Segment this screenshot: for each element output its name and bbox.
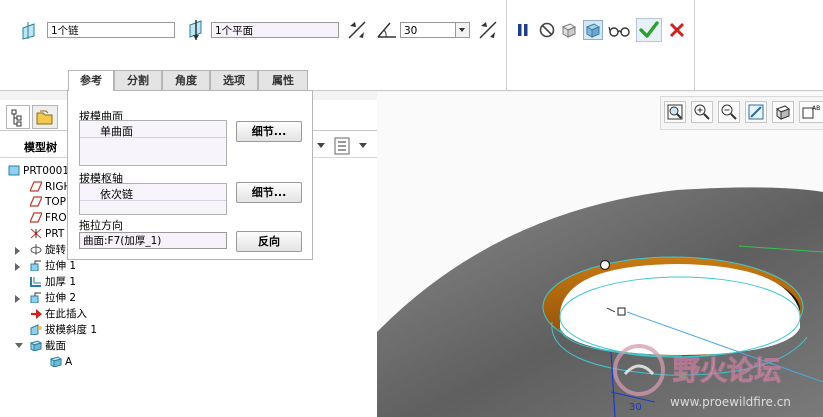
folder-icon	[36, 110, 53, 125]
references-panel: 拔模曲面 单曲面 细节... 拔模枢轴 依次链 细节... 拖拉方向 曲面:F7…	[67, 90, 313, 260]
tree-item-insert-here[interactable]: 在此插入	[30, 307, 87, 322]
accept-button[interactable]	[636, 18, 662, 42]
extrude-icon	[30, 292, 41, 303]
tree-item-extrude-2[interactable]: 拉伸 2	[30, 291, 76, 306]
tree-item-sections[interactable]: 截面	[30, 339, 66, 354]
chevron-down-icon[interactable]	[455, 23, 469, 37]
cancel-icon[interactable]	[668, 21, 686, 39]
pull-direction-collector[interactable]: 曲面:F7(加厚_1)	[79, 232, 227, 249]
coordinate-system-icon	[30, 228, 42, 239]
collapse-arrow-icon[interactable]	[15, 343, 23, 348]
datum-plane-icon	[30, 212, 42, 223]
tree-item-section-a[interactable]: A	[50, 355, 72, 370]
draft-hinge-icon	[189, 20, 202, 40]
draft-surfaces-details-button[interactable]: 细节...	[236, 121, 302, 142]
no-preview-icon[interactable]	[538, 21, 556, 39]
tree-item-revolve[interactable]: 旋转	[30, 243, 66, 258]
pause-icon[interactable]	[514, 21, 532, 39]
tab-angles[interactable]: 角度	[162, 70, 210, 90]
tree-item-front-plane[interactable]: FRO	[30, 211, 67, 226]
tree-columns-icon[interactable]	[333, 136, 353, 156]
chevron-down-icon[interactable]	[316, 140, 326, 150]
draft-angle-icon	[377, 22, 396, 38]
anchor-square	[617, 307, 626, 316]
model-tree-title: 模型树	[24, 141, 57, 154]
tree-item-csys[interactable]: PRT	[30, 227, 64, 242]
angle-dimension: 30	[629, 402, 642, 413]
chevron-down-icon[interactable]	[358, 140, 368, 150]
draft-angle-input[interactable]: 30	[400, 22, 470, 38]
draft-feature-icon	[30, 324, 42, 335]
tree-item-top-plane[interactable]: TOP	[30, 195, 66, 210]
tab-split[interactable]: 分割	[114, 70, 162, 90]
model-tree-nav-tab[interactable]	[6, 105, 30, 129]
expand-arrow-icon[interactable]	[15, 295, 20, 303]
tree-structure-icon	[11, 109, 22, 127]
tab-references[interactable]: 参考	[68, 70, 114, 91]
draft-hinges-details-button[interactable]: 细节...	[236, 182, 302, 203]
watermark-text: 野火论坛	[673, 356, 781, 387]
extrude-icon	[30, 260, 41, 271]
tab-options[interactable]: 选项	[210, 70, 258, 90]
draft-surface-icon	[22, 22, 35, 40]
part-icon	[8, 165, 20, 176]
model-viewport: 30 野火论坛 www.proewildfire.cn	[377, 187, 823, 417]
surfaces-collector[interactable]: 1个链	[47, 22, 175, 38]
graphics-window[interactable]: AB 30 野火论坛 www.proewildfire.cn	[377, 92, 823, 417]
folder-browser-nav-tab[interactable]	[32, 105, 58, 129]
flip-angle-icon[interactable]	[478, 20, 498, 40]
hinge-collector[interactable]: 1个平面	[211, 22, 339, 38]
datum-plane-icon	[30, 196, 42, 207]
draft-angle-value: 30	[404, 25, 418, 37]
thicken-icon	[30, 277, 41, 287]
tree-item-thicken-1[interactable]: 加厚 1	[30, 275, 76, 290]
draft-hinges-collector[interactable]: 依次链	[79, 183, 227, 215]
flip-direction-button[interactable]: 反向	[236, 231, 302, 252]
section-icon	[30, 340, 42, 351]
draft-surfaces-collector[interactable]: 单曲面	[79, 120, 227, 166]
flip-pull-direction-icon[interactable]	[347, 20, 367, 40]
tab-properties[interactable]: 属性	[258, 70, 308, 90]
tree-item-draft-1[interactable]: 拔模斜度 1	[30, 323, 97, 338]
pull-direction-label: 拖拉方向	[79, 219, 123, 232]
drag-handle	[599, 259, 611, 271]
hole-bottom-face	[560, 264, 800, 355]
tree-item-part[interactable]: PRT0001	[8, 164, 69, 179]
tree-item-extrude-1[interactable]: 拉伸 1	[30, 259, 76, 274]
revolve-icon	[30, 244, 42, 255]
verify-mode-icon[interactable]	[583, 20, 603, 40]
glasses-icon[interactable]	[608, 21, 632, 39]
expand-arrow-icon[interactable]	[15, 263, 20, 271]
preview-geometry-icon[interactable]	[560, 21, 578, 39]
checkmark-icon	[639, 21, 659, 38]
tree-item-right-plane[interactable]: RIGH	[30, 180, 71, 195]
datum-plane-icon	[30, 181, 42, 192]
section-icon	[50, 356, 62, 367]
watermark-url: www.proewildfire.cn	[670, 395, 791, 409]
insert-arrow-icon	[31, 309, 42, 319]
expand-arrow-icon[interactable]	[15, 247, 20, 255]
